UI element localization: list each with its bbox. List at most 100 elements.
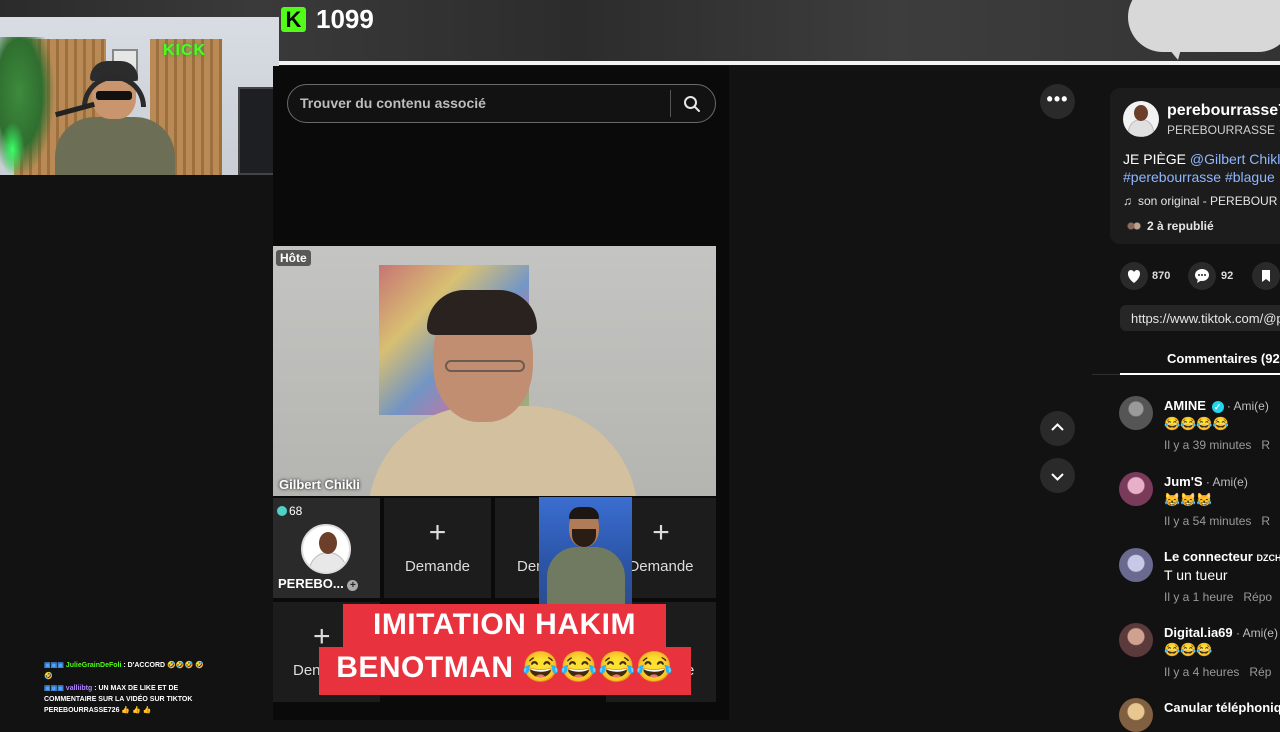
search-divider [670,90,671,117]
friend-tag: · Ami(e) [1202,475,1248,489]
repost-text: 2 à republié [1147,219,1214,233]
bookmark-button[interactable] [1252,262,1280,290]
gem-icon [277,506,287,516]
commenter-avatar[interactable] [1119,698,1153,732]
comment-meta: Il y a 39 minutes R [1164,438,1270,452]
music-note-icon: ♫ [1123,194,1132,208]
commenter-name[interactable]: Le connecteur DZCH [1164,549,1280,564]
tab-comments[interactable]: Commentaires (92) [1167,351,1280,366]
author-handle[interactable]: perebourrasse7 [1167,102,1280,120]
seat-user[interactable]: 68 PEREBO... + [273,498,380,598]
speech-bubble-graphic [1128,0,1280,52]
hashtags[interactable]: #perebourrasse #blague [1123,169,1275,185]
comment-count: 92 [1221,270,1234,282]
search-icon[interactable] [683,95,701,113]
comment-meta: Il y a 4 heures Rép [1164,665,1271,679]
reply-button[interactable]: Rép [1249,665,1271,679]
commenter-name-text: Digital.ia69 [1164,625,1233,640]
chat-message: ▣▣▣ valliibtg : UN MAX DE LIKE ET DE COM… [44,683,204,716]
active-tab-indicator [1120,373,1280,375]
comment-meta: Il y a 54 minutes R [1164,514,1270,528]
friend-tag: · Ami(e) [1223,399,1269,413]
verified-icon: ✓ [1211,401,1224,413]
heart-icon [1127,270,1141,283]
seat-request-label: e [686,662,796,679]
guest-hair [427,290,537,335]
comment-time: Il y a 4 heures [1164,665,1240,679]
avatar-head [1134,105,1148,121]
speech-bubble-tail [1160,38,1184,60]
repost-info[interactable]: 2 à republié [1127,219,1214,233]
author-name: PEREBOURRASSE · I [1167,123,1280,137]
seat-user-count-value: 68 [289,504,303,518]
green-light [0,122,25,175]
commenter-name[interactable]: Canular téléphonique [1164,700,1280,715]
post-description: JE PIÈGE @Gilbert Chikli [1123,151,1280,167]
comment-time: Il y a 39 minutes [1164,438,1252,452]
guest-body [368,406,638,496]
commenter-name-text: Jum'S [1164,474,1203,489]
kick-neon-sign: KICK [163,42,207,59]
avatar-head [319,532,337,554]
comment-icon [1195,269,1209,283]
more-options-button[interactable]: ••• [1040,84,1075,119]
comment-text: T un tueur [1164,567,1228,583]
reply-button[interactable]: R [1261,514,1270,528]
plus-icon: + [347,580,359,591]
caption-line-1: IMITATION HAKIM [372,608,636,641]
commenter-name[interactable]: Jum'S · Ami(e) [1164,474,1248,489]
seat-user-name-text: PEREBO... [278,576,344,591]
music-link[interactable]: ♫ son original - PEREBOUR [1123,194,1277,208]
comment-time: Il y a 1 heure [1164,590,1234,604]
comment-meta: Il y a 1 heure Répo [1164,590,1272,604]
reply-button[interactable]: Répo [1243,590,1272,604]
stream-chat: ▣▣▣ JulieGrainDeFoli : D'ACCORD 🤣🤣🤣 🤣🤣 ▣… [44,660,204,717]
chevron-up-icon [1051,423,1064,431]
mention-link[interactable]: @Gilbert Chikli [1190,151,1280,167]
commenter-name-text: Le connecteur [1164,549,1253,564]
streamer-body [55,117,175,175]
chat-badges-icon: ▣▣▣ [44,685,66,692]
description-text: JE PIÈGE [1123,151,1190,167]
commenter-name[interactable]: Digital.ia69 · Ami(e) [1164,625,1278,640]
commenter-name[interactable]: AMINE ✓ · Ami(e) [1164,398,1269,413]
comment-text: 😹😹😹 [1164,492,1213,507]
sunglasses [96,91,132,100]
viewer-count: 1099 [316,4,374,34]
commenter-avatar[interactable] [1119,472,1153,506]
next-video-button[interactable] [1040,458,1075,493]
avatar-body [1128,119,1154,137]
caption-line-2: BENOTMAN 😂😂😂😂 [336,651,674,684]
comment-text: 😂😂😂😂 [1164,416,1229,431]
chat-message: ▣▣▣ JulieGrainDeFoli : D'ACCORD 🤣🤣🤣 🤣🤣 [44,660,204,682]
banner-divider [278,61,1280,65]
like-button[interactable] [1120,262,1148,290]
comment-time: Il y a 54 minutes [1164,514,1252,528]
streamer-webcam: KICK [0,17,279,175]
bookmark-icon [1262,270,1270,282]
music-title: son original - PEREBOUR [1138,194,1278,208]
commenter-avatar[interactable] [1119,396,1153,430]
host-badge: Hôte [276,250,311,266]
chat-badges-icon: ▣▣▣ [44,662,66,669]
seat-request[interactable]: + Demande [384,498,491,598]
reply-button[interactable]: R [1261,438,1270,452]
commenter-name-text: AMINE [1164,398,1206,413]
overlay-cam [539,497,632,605]
chat-username: JulieGrainDeFoli [65,662,122,669]
chat-username: valliibtg [65,685,93,692]
comment-button[interactable] [1188,262,1216,290]
previous-video-button[interactable] [1040,411,1075,446]
post-link: https://www.tiktok.com/@p [1131,311,1280,326]
commenter-avatar[interactable] [1119,623,1153,657]
user-tag: DZCH [1256,553,1280,563]
plus-icon: + [428,516,447,549]
friend-tag: · Ami(e) [1232,626,1278,640]
commenter-avatar[interactable] [1119,548,1153,582]
overlay-cam-hair [569,507,599,519]
live-video[interactable] [273,246,716,496]
overlay-cam-body [547,547,625,605]
author-avatar[interactable] [1123,101,1159,137]
kick-logo-icon: K [281,7,306,32]
guest-glasses [445,360,525,372]
